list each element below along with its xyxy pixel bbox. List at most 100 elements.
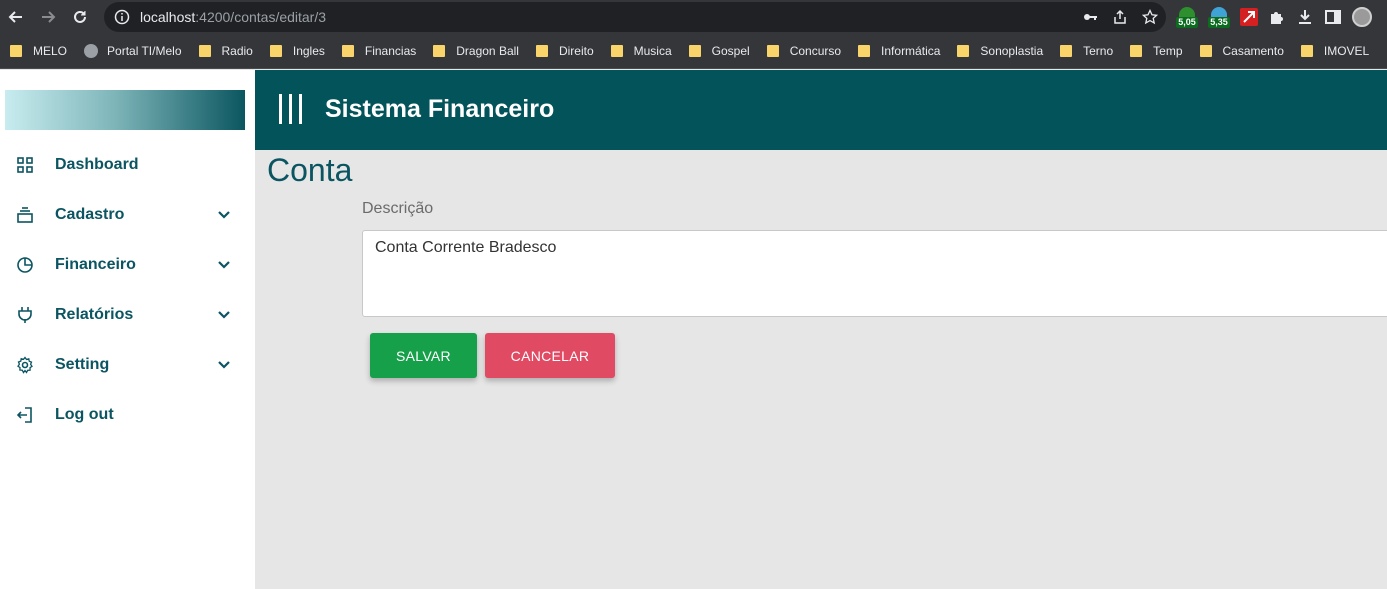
grid-icon: [17, 157, 33, 173]
sidebar: Dashboard Cadastro Financeiro Relatórios…: [0, 70, 255, 589]
weather-ext-2-value: 5,35: [1208, 17, 1230, 28]
bookmark-label: Terno: [1083, 44, 1114, 58]
weather-ext-1-dome: [1179, 7, 1195, 17]
bookmark-gospel[interactable]: Gospel: [688, 44, 750, 58]
sidebar-item-cadastro[interactable]: Cadastro: [0, 190, 255, 240]
address-bar[interactable]: localhost:4200/contas/editar/3: [104, 2, 1166, 32]
weather-ext-1-value: 5,05: [1176, 17, 1198, 28]
folder-icon: [269, 45, 282, 57]
sidebar-item-financeiro[interactable]: Financeiro: [0, 240, 255, 290]
description-textarea[interactable]: Conta Corrente Bradesco: [362, 230, 1387, 317]
sidebar-item-dashboard[interactable]: Dashboard: [0, 140, 255, 190]
app-header: Sistema Financeiro: [255, 70, 1387, 150]
bookmark-label: Sonoplastia: [980, 44, 1044, 58]
sidebar-item-label: Dashboard: [55, 156, 139, 173]
save-button[interactable]: SALVAR: [370, 333, 477, 378]
sidebar-item-logout[interactable]: Log out: [0, 390, 255, 440]
chevron-down-icon[interactable]: [216, 207, 232, 223]
globe-icon: [84, 44, 99, 58]
bookmark-label: Casamento: [1222, 44, 1284, 58]
bookmark-sonoplastia[interactable]: Sonoplastia: [957, 44, 1043, 58]
weather-ext-2-dome: [1211, 7, 1227, 17]
sidebar-item-label: Setting: [55, 356, 110, 373]
bookmark-label: Direito: [558, 44, 594, 58]
forward-button[interactable]: [32, 0, 64, 34]
pie-chart-icon: [17, 257, 33, 273]
bookmark-label: Radio: [221, 44, 253, 58]
bookmark-dragon-ball[interactable]: Dragon Ball: [433, 44, 519, 58]
info-icon: [114, 9, 130, 25]
sidebar-item-relatorios[interactable]: Relatórios: [0, 290, 255, 340]
weather-extension-1[interactable]: 5,05: [1176, 5, 1198, 29]
bookmark-radio[interactable]: Radio: [198, 44, 253, 58]
sidebar-item-label: Cadastro: [55, 206, 125, 223]
bookmark-label: IMOVEL: [1323, 44, 1370, 58]
bookmark-financias[interactable]: Financias: [341, 44, 416, 58]
reload-icon: [74, 10, 86, 23]
key-icon[interactable]: [1082, 9, 1098, 25]
url-host: localhost: [140, 9, 196, 25]
download-icon[interactable]: [1296, 8, 1314, 26]
back-button[interactable]: [0, 0, 32, 34]
bookmark-ingles[interactable]: Ingles: [269, 44, 325, 58]
arrow-right-icon: [42, 11, 56, 23]
folder-icon: [1199, 45, 1212, 57]
bookmarks-bar: MELO Portal TI/Melo Radio Ingles Financi…: [0, 34, 1387, 69]
sidebar-item-label: Log out: [55, 406, 114, 423]
chevron-down-icon[interactable]: [216, 357, 232, 373]
folder-icon: [198, 45, 211, 57]
folder-icon: [610, 45, 623, 57]
description-label: Descrição: [362, 200, 434, 217]
weather-extension-2[interactable]: 5,35: [1208, 5, 1230, 29]
bookmark-label: Informática: [881, 44, 941, 58]
profile-avatar[interactable]: [1352, 7, 1372, 27]
url-path: :4200/contas/editar/3: [195, 9, 327, 25]
folder-icon: [688, 45, 701, 57]
red-arrow-extension-icon[interactable]: [1240, 8, 1258, 26]
bookmark-informatica[interactable]: Informática: [858, 44, 940, 58]
bookmark-label: Dragon Ball: [456, 44, 519, 58]
folder-icon: [1130, 45, 1143, 57]
bookmark-label: Ingles: [292, 44, 325, 58]
url-text: localhost:4200/contas/editar/3: [140, 9, 326, 25]
folder-icon: [433, 45, 446, 57]
bookmark-melo[interactable]: MELO: [10, 44, 67, 58]
chevron-down-icon[interactable]: [216, 307, 232, 323]
folder-icon: [766, 45, 779, 57]
side-panel-icon[interactable]: [1324, 8, 1342, 26]
share-icon[interactable]: [1112, 9, 1128, 25]
chevron-down-icon[interactable]: [216, 257, 232, 273]
page-title: Conta: [267, 152, 353, 188]
sidebar-logo: [5, 90, 245, 130]
stack-icon: [17, 207, 33, 223]
bookmark-label: Concurso: [789, 44, 842, 58]
bookmark-label: Gospel: [711, 44, 750, 58]
bookmark-temp[interactable]: Temp: [1130, 44, 1183, 58]
app-title: Sistema Financeiro: [325, 95, 555, 123]
bookmark-concurso[interactable]: Concurso: [766, 44, 842, 58]
description-value: Conta Corrente Bradesco: [375, 239, 557, 256]
puzzle-icon[interactable]: [1268, 8, 1286, 26]
sidebar-item-label: Relatórios: [55, 306, 134, 323]
sidebar-item-setting[interactable]: Setting: [0, 340, 255, 390]
folder-icon: [957, 45, 970, 57]
menu-toggle-icon[interactable]: [279, 94, 303, 124]
bookmark-portal-ti[interactable]: Portal TI/Melo: [84, 44, 182, 58]
arrow-left-icon: [8, 11, 22, 23]
folder-icon: [858, 45, 871, 57]
bookmark-casamento[interactable]: Casamento: [1199, 44, 1284, 58]
bookmark-imovel[interactable]: IMOVEL: [1300, 44, 1370, 58]
bookmark-musica[interactable]: Musica: [610, 44, 672, 58]
bookmark-direito[interactable]: Direito: [535, 44, 594, 58]
browser-toolbar: localhost:4200/contas/editar/3 5,05 5,35: [0, 0, 1387, 34]
star-icon[interactable]: [1142, 9, 1158, 25]
cancel-button[interactable]: CANCELAR: [485, 333, 615, 378]
bookmark-label: MELO: [33, 44, 68, 58]
plug-icon: [18, 307, 32, 323]
sidebar-item-label: Financeiro: [55, 256, 136, 273]
reload-button[interactable]: [64, 0, 96, 34]
folder-icon: [535, 45, 548, 57]
logout-icon: [16, 407, 32, 423]
folder-icon: [1060, 45, 1073, 57]
bookmark-terno[interactable]: Terno: [1060, 44, 1113, 58]
